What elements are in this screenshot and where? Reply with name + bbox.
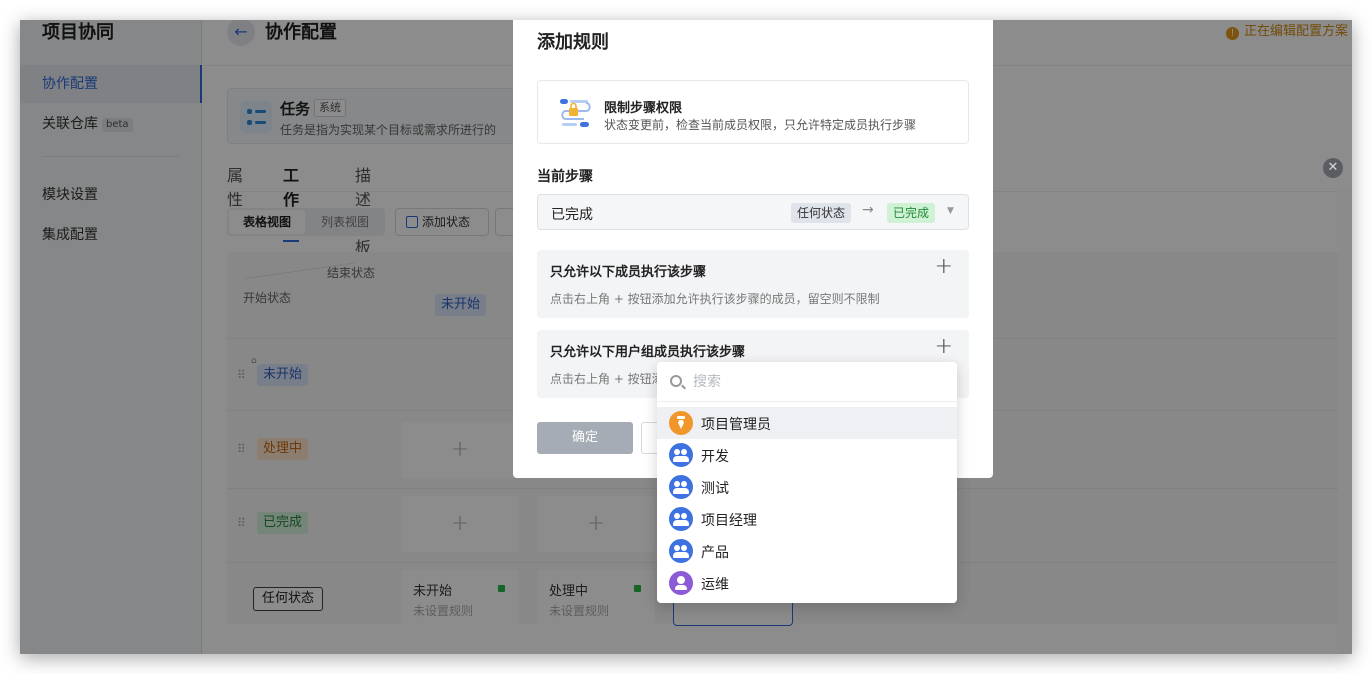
- dropdown-item-ops[interactable]: 运维: [657, 567, 957, 599]
- user-icon: [669, 571, 693, 595]
- current-step-value: 已完成: [551, 207, 593, 223]
- admin-icon: [669, 411, 693, 435]
- modal-title: 添加规则: [537, 32, 609, 53]
- current-step-label: 当前步骤: [537, 169, 593, 185]
- close-icon[interactable]: ✕: [1323, 158, 1343, 178]
- side-panel-edge: [1338, 188, 1352, 654]
- app-window: 项目协同 协作配置 关联仓库 beta 模块设置 集成配置 ← 协作配置 ! 正在编…: [20, 20, 1352, 654]
- dropdown-item-label: 运维: [701, 577, 729, 593]
- user-group-dropdown: 项目管理员 开发 测试 项目经理: [657, 362, 957, 603]
- step-permission-icon: [560, 99, 591, 127]
- group-icon: [669, 507, 693, 531]
- dropdown-item-label: 测试: [701, 481, 729, 497]
- user-groups-section-hint: 点击右上角 + 按钮添: [550, 372, 664, 386]
- dropdown-item-dev[interactable]: 开发: [657, 439, 957, 471]
- dropdown-item-label: 项目管理员: [701, 417, 771, 433]
- dropdown-item-project-admin[interactable]: 项目管理员: [657, 407, 957, 439]
- dropdown-item-project-manager[interactable]: 项目经理: [657, 503, 957, 535]
- rule-type-title: 限制步骤权限: [604, 101, 683, 116]
- dropdown-item-product[interactable]: 产品: [657, 535, 957, 567]
- chevron-down-icon: ▼: [947, 206, 954, 216]
- confirm-button[interactable]: 确定: [537, 422, 633, 454]
- search-input[interactable]: [693, 370, 943, 394]
- dropdown-item-label: 产品: [701, 545, 729, 561]
- to-state-tag: 已完成: [887, 203, 936, 223]
- rule-type-description: 状态变更前，检查当前成员权限，只允许特定成员执行步骤: [604, 118, 917, 132]
- group-icon: [669, 443, 693, 467]
- dropdown-item-test[interactable]: 测试: [657, 471, 957, 503]
- arrow-right-icon: →: [862, 202, 874, 218]
- current-step-select[interactable]: 已完成 任何状态 → 已完成 ▼: [537, 194, 969, 230]
- from-state-tag: 任何状态: [791, 203, 852, 223]
- members-section-title: 只允许以下成员执行该步骤: [550, 265, 707, 280]
- members-section: 只允许以下成员执行该步骤 点击右上角 + 按钮添加允许执行该步骤的成员，留空则不…: [537, 250, 969, 318]
- user-groups-section-title: 只允许以下用户组成员执行该步骤: [550, 345, 746, 360]
- add-user-group-button[interactable]: +: [935, 334, 953, 359]
- search-row: [657, 362, 957, 402]
- group-icon: [669, 539, 693, 563]
- dropdown-item-label: 项目经理: [701, 513, 757, 529]
- add-member-button[interactable]: +: [935, 254, 953, 279]
- group-icon: [669, 475, 693, 499]
- rule-type-card[interactable]: 限制步骤权限 状态变更前，检查当前成员权限，只允许特定成员执行步骤: [537, 80, 969, 144]
- search-icon: [670, 375, 682, 387]
- dropdown-item-label: 开发: [701, 449, 729, 465]
- members-section-hint: 点击右上角 + 按钮添加允许执行该步骤的成员，留空则不限制: [550, 292, 880, 306]
